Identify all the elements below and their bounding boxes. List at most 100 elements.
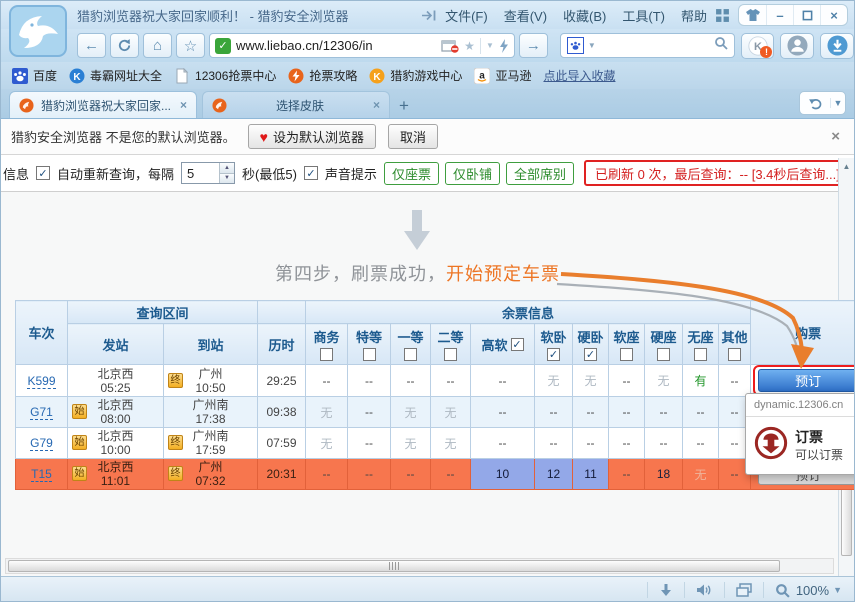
- seat-filter-checkbox[interactable]: [728, 348, 741, 361]
- interval-spinner[interactable]: 5 ▲ ▼: [181, 162, 235, 184]
- tooltip-subtitle: 可以订票: [795, 446, 843, 463]
- filter-button[interactable]: 仅卧铺: [445, 162, 500, 185]
- seat-count-cell: --: [306, 365, 348, 397]
- bookmark-item[interactable]: 抢票攻略: [283, 65, 362, 86]
- tab-close-icon[interactable]: ×: [180, 98, 187, 112]
- bookmark-item[interactable]: a亚马逊: [469, 65, 536, 86]
- filter-button[interactable]: 全部席别: [506, 162, 574, 185]
- zoom-dropdown-icon[interactable]: ▼: [833, 585, 842, 595]
- seat-filter-checkbox[interactable]: [320, 348, 333, 361]
- menu-item[interactable]: 工具(T): [622, 6, 665, 25]
- train-number-link[interactable]: G79: [30, 436, 53, 451]
- address-dropdown-icon[interactable]: ▼: [486, 41, 494, 50]
- download-manager-button[interactable]: [820, 33, 854, 59]
- spinner-up-icon[interactable]: ▲: [220, 163, 234, 173]
- seat-filter-checkbox[interactable]: [363, 348, 376, 361]
- statusbar-download-icon[interactable]: [659, 583, 673, 597]
- seat-count-cell: 无: [431, 397, 471, 428]
- arrive-column-header: 到站: [164, 324, 258, 365]
- statusbar-divider: [647, 582, 648, 598]
- bookmark-item[interactable]: K毒霸网址大全: [64, 65, 167, 86]
- search-magnifier-icon[interactable]: [714, 36, 728, 55]
- popup-blocked-icon[interactable]: [441, 39, 459, 53]
- restore-closed-tab-button[interactable]: ▼: [799, 91, 846, 115]
- spinner-arrows[interactable]: ▲ ▼: [219, 163, 234, 183]
- user-login-button[interactable]: [780, 33, 814, 59]
- seat-count-cell: --: [391, 459, 431, 490]
- depart-column-header: 发站: [68, 324, 164, 365]
- seat-count-cell: --: [719, 365, 751, 397]
- seat-filter-checkbox[interactable]: ✓: [584, 348, 597, 361]
- station-badge: 终: [168, 373, 183, 388]
- seat-column-label: 一等: [398, 327, 424, 346]
- statusbar-speaker-icon[interactable]: [696, 583, 713, 597]
- bookmark-item[interactable]: 点此导入收藏: [538, 65, 620, 86]
- liebao-logo-icon[interactable]: [9, 5, 67, 57]
- arrive-cell: 终广州南17:59: [164, 428, 258, 459]
- seat-filter-checkbox[interactable]: [657, 348, 670, 361]
- apps-grid-icon[interactable]: [715, 8, 730, 23]
- bookmark-star-button[interactable]: ☆: [176, 33, 205, 58]
- sound-alert-checkbox[interactable]: ✓: [304, 166, 318, 180]
- svg-text:K: K: [374, 72, 382, 83]
- seat-count-cell: --: [645, 428, 683, 459]
- go-button[interactable]: →: [519, 33, 548, 58]
- spinner-down-icon[interactable]: ▼: [220, 173, 234, 184]
- home-button[interactable]: ⌂: [143, 33, 172, 58]
- search-engine-dropdown-icon[interactable]: ▼: [588, 41, 596, 50]
- seat-filter-checkbox[interactable]: ✓: [547, 348, 560, 361]
- scroll-up-icon[interactable]: ▲: [839, 158, 854, 174]
- train-number-link[interactable]: T15: [31, 467, 52, 482]
- interval-value[interactable]: 5: [182, 163, 219, 183]
- menu-item[interactable]: 文件(F): [445, 6, 488, 25]
- refresh-button[interactable]: [110, 33, 139, 58]
- train-number-link[interactable]: G71: [30, 405, 53, 420]
- seat-filter-checkbox[interactable]: [620, 348, 633, 361]
- restore-dropdown-icon[interactable]: ▼: [830, 98, 845, 108]
- seat-count-cell: --: [431, 459, 471, 490]
- auto-refresh-checkbox[interactable]: ✓: [36, 166, 50, 180]
- address-bar[interactable]: ✓ www.liebao.cn/12306/in ★ ▼: [209, 33, 515, 58]
- tab-inactive[interactable]: 选择皮肤×: [202, 91, 390, 118]
- notification-close-icon[interactable]: ×: [827, 128, 844, 145]
- filter-button[interactable]: 仅座票: [384, 162, 439, 185]
- bookmark-item[interactable]: 百度: [7, 65, 62, 86]
- url-text[interactable]: www.liebao.cn/12306/in: [236, 38, 436, 53]
- tab-active[interactable]: 猎豹浏览器祝大家回家...×: [9, 91, 197, 118]
- cancel-button[interactable]: 取消: [388, 124, 438, 149]
- add-favorite-icon[interactable]: ★: [464, 39, 475, 53]
- book-button[interactable]: 预订: [758, 369, 854, 392]
- zoom-magnifier-icon[interactable]: [775, 583, 790, 598]
- seat-filter-checkbox[interactable]: [404, 348, 417, 361]
- seat-filter-checkbox[interactable]: ✓: [511, 338, 524, 351]
- new-tab-button[interactable]: +: [390, 93, 418, 118]
- seats-group-header: 余票信息: [306, 301, 751, 324]
- seat-header-content: 一等: [391, 327, 430, 361]
- bookmark-item[interactable]: 12306抢票中心: [169, 65, 281, 86]
- horizontal-scrollbar-thumb[interactable]: [8, 560, 780, 572]
- horizontal-scrollbar[interactable]: [5, 558, 834, 574]
- search-engine-paw-icon[interactable]: [567, 37, 584, 54]
- menu-item[interactable]: 收藏(B): [563, 6, 606, 25]
- close-button[interactable]: ×: [820, 5, 847, 25]
- bookmark-item[interactable]: K猎豹游戏中心: [364, 65, 467, 86]
- maximize-button[interactable]: [793, 5, 820, 25]
- menu-item[interactable]: 帮助: [681, 6, 707, 25]
- zoom-level[interactable]: 100%: [796, 583, 829, 598]
- minimize-button[interactable]: –: [766, 5, 793, 25]
- statusbar-windows-icon[interactable]: [736, 583, 752, 597]
- skin-button[interactable]: [739, 5, 766, 25]
- collapse-toolbar-icon[interactable]: [421, 9, 437, 22]
- kingsoft-account-button[interactable]: K !: [741, 33, 775, 59]
- menu-item[interactable]: 查看(V): [504, 6, 547, 25]
- seat-count-cell: 无: [306, 428, 348, 459]
- tab-close-icon[interactable]: ×: [373, 98, 380, 112]
- lightning-boost-icon[interactable]: [499, 39, 509, 53]
- seat-count-cell: 无: [306, 397, 348, 428]
- train-number-link[interactable]: K599: [27, 374, 55, 389]
- set-default-browser-button[interactable]: ♥ 设为默认浏览器: [248, 124, 376, 149]
- seat-filter-checkbox[interactable]: [444, 348, 457, 361]
- back-button[interactable]: ←: [77, 33, 106, 58]
- seat-filter-checkbox[interactable]: [694, 348, 707, 361]
- search-box[interactable]: ▼: [560, 33, 735, 58]
